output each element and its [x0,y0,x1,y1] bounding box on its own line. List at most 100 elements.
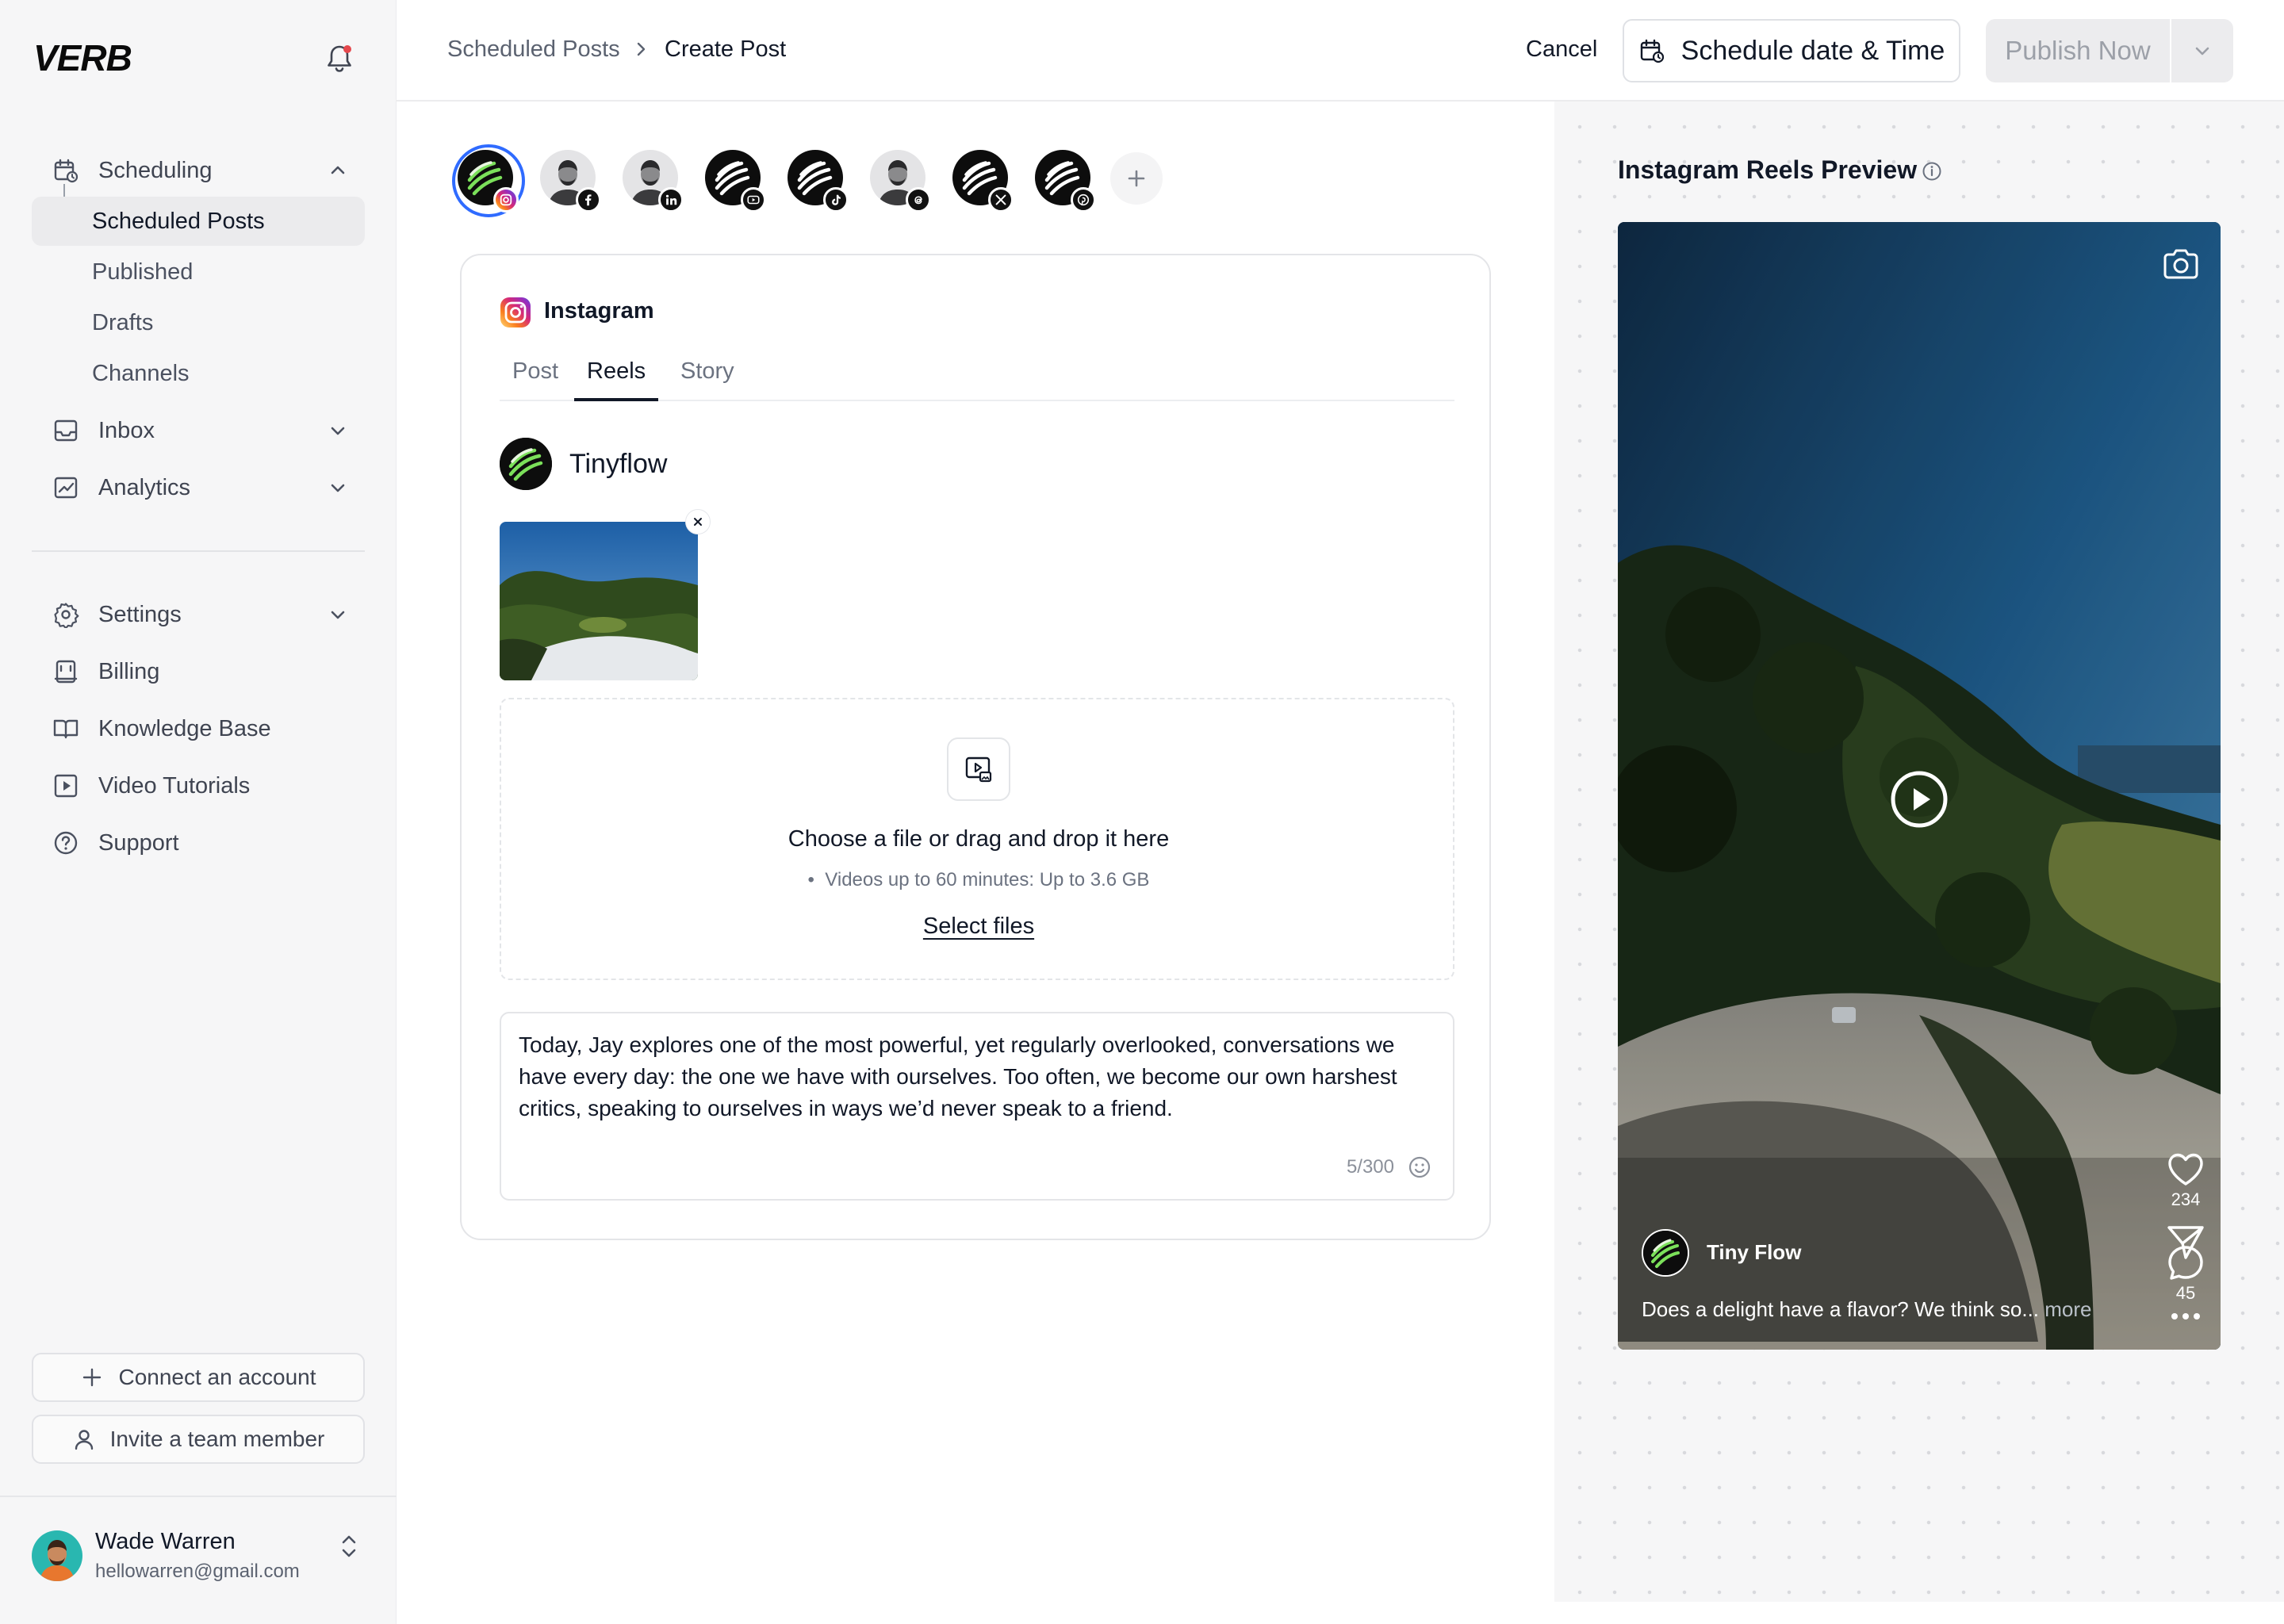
sidebar-item-scheduled-posts[interactable]: Scheduled Posts [32,197,365,246]
account-avatar[interactable] [701,146,766,213]
reel-more-link[interactable]: more [2044,1297,2091,1321]
brand-avatar [500,438,552,490]
top-bar: Scheduled Posts Create Post Cancel Sched… [397,0,2284,102]
comment-count: 45 [2175,1283,2196,1303]
like-count: 234 [2171,1189,2201,1209]
chevron-down-icon[interactable] [327,477,349,499]
reel-caption: Does a delight have a flavor? We think s… [1642,1297,2092,1322]
video-play-icon [52,772,79,799]
account-avatar[interactable] [452,144,525,217]
character-count: 5/300 [1346,1156,1394,1178]
dropzone-title: Choose a file or drag and drop it here [788,826,1170,852]
user-divider [0,1496,397,1497]
nav-scheduling-label: Scheduling [98,157,213,183]
chevron-right-icon [631,40,650,59]
avatar[interactable] [32,1530,82,1581]
billing-icon [52,658,79,685]
camera-icon[interactable] [2160,244,2202,285]
user-name: Wade Warren [95,1529,236,1554]
nav-support[interactable]: Support [32,818,365,868]
heart-icon [2168,1153,2203,1185]
caption-text[interactable]: Today, Jay explores one of the most powe… [519,1029,1439,1124]
dropzone-note: • Videos up to 60 minutes: Up to 3.6 GB [807,869,1150,891]
emoji-icon[interactable] [1407,1155,1432,1180]
app-logo[interactable]: VERB [33,36,132,79]
connect-account-label: Connect an account [118,1365,316,1389]
media-upload-icon [947,737,1010,801]
plus-icon [1128,170,1145,187]
upload-dropzone[interactable]: Choose a file or drag and drop it here •… [500,698,1454,980]
reel-caption-text: Does a delight have a flavor? We think s… [1642,1297,2040,1321]
tab-reels[interactable]: Reels [574,358,659,401]
account-avatar[interactable] [536,146,601,213]
tiktok-icon [823,187,849,213]
chevron-down-icon[interactable] [2171,19,2233,82]
media-thumbnail[interactable] [500,522,698,680]
linkedin-icon [658,187,684,213]
nav-analytics-label: Analytics [98,474,191,500]
notification-bell-icon[interactable] [320,40,358,78]
publish-now-button[interactable]: Publish Now [1986,19,2233,82]
chevron-down-icon[interactable] [327,419,349,442]
sidebar-item-channels[interactable]: Channels [32,349,365,398]
select-files-row: Select files [501,914,1456,940]
chevron-up-icon[interactable] [327,159,349,182]
facebook-icon [576,187,601,213]
share-action[interactable] [2165,1223,2206,1261]
nav-analytics[interactable]: Analytics [32,463,365,512]
remove-media-button[interactable] [685,509,711,534]
reel-author-avatar[interactable] [1642,1229,1689,1277]
nav-video-tutorials-label: Video Tutorials [98,772,251,799]
platform-title: Instagram [544,298,654,324]
nav-settings[interactable]: Settings [32,590,365,639]
instagram-icon [500,297,531,328]
play-icon[interactable] [1889,769,1949,829]
like-action[interactable]: 234 [2165,1150,2206,1210]
calendar-clock-icon [52,157,79,184]
more-options-icon[interactable] [2165,1310,2206,1323]
inbox-icon [52,417,79,444]
nav-billing[interactable]: Billing [32,647,365,696]
chevron-up-down-icon[interactable] [336,1530,362,1562]
tab-story[interactable]: Story [668,358,747,401]
sidebar: VERB Scheduling Scheduled Posts Publishe… [0,0,397,1624]
tab-post[interactable]: Post [500,358,571,401]
account-avatar[interactable] [948,146,1014,213]
chevron-down-icon[interactable] [327,603,349,626]
plus-icon [80,1365,104,1389]
schedule-button[interactable]: Schedule date & Time [1623,19,1960,82]
add-account-button[interactable] [1110,152,1163,205]
user-email: hellowarren@gmail.com [95,1561,300,1582]
nav-knowledge-base-label: Knowledge Base [98,715,271,741]
sidebar-item-drafts[interactable]: Drafts [32,298,365,347]
instagram-icon [493,187,519,213]
account-avatar[interactable] [784,146,849,213]
nav-video-tutorials[interactable]: Video Tutorials [32,761,365,810]
pinterest-icon [1071,187,1096,213]
invite-member-button[interactable]: Invite a team member [32,1415,365,1464]
help-circle-icon [52,829,79,856]
nav-settings-label: Settings [98,601,182,627]
close-icon [694,518,702,526]
connect-account-button[interactable]: Connect an account [32,1353,365,1402]
breadcrumb-scheduled-posts[interactable]: Scheduled Posts [447,36,620,63]
nav-billing-label: Billing [98,658,160,684]
nav-inbox[interactable]: Inbox [32,406,365,455]
nav-knowledge-base[interactable]: Knowledge Base [32,704,365,753]
reel-username[interactable]: Tiny Flow [1707,1240,1801,1265]
account-avatar[interactable] [619,146,684,213]
preview-panel: Instagram Reels Preview 234 45 Tiny Flow… [1554,102,2284,1602]
select-files-link[interactable]: Select files [923,914,1034,939]
nav-scheduling[interactable]: Scheduling [32,146,365,195]
dropzone-note-text: Videos up to 60 minutes: Up to 3.6 GB [825,869,1150,891]
analytics-icon [52,474,79,501]
sidebar-item-published[interactable]: Published [32,247,365,297]
caption-field[interactable]: Today, Jay explores one of the most powe… [500,1012,1454,1201]
account-avatar[interactable] [866,146,931,213]
publish-now-label: Publish Now [2005,36,2151,65]
cancel-button[interactable]: Cancel [1526,36,1597,63]
schedule-label: Schedule date & Time [1680,35,1945,66]
user-icon [72,1427,96,1451]
info-icon[interactable] [1921,160,1943,182]
account-avatar[interactable] [1031,146,1096,213]
